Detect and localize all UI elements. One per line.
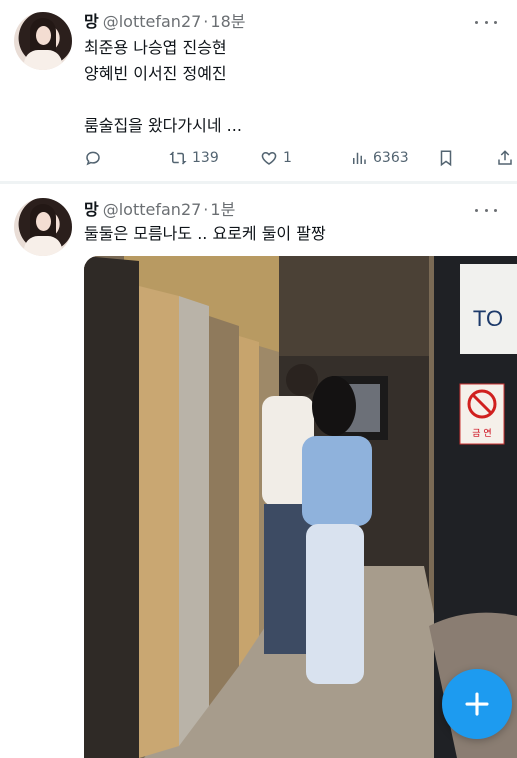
timestamp[interactable]: 1분 (210, 200, 235, 219)
share-icon (498, 150, 512, 165)
no-smoking-text: 금 연 (472, 428, 491, 439)
view-count: 6363 (373, 150, 409, 166)
views-button[interactable]: 6363 (350, 146, 409, 170)
tweet-text-line: 둘둘은 모름나도 .. 요로케 둘이 팔짱 (84, 224, 326, 243)
sign-text: TO (473, 306, 503, 331)
timestamp[interactable]: 18분 (210, 12, 245, 31)
views-icon (353, 152, 366, 164)
tweet[interactable]: 망 @lottefan27 · 18분 최준용 나승엽 진승현 양혜빈 이서진 정예진… (0, 0, 517, 182)
like-button[interactable]: 1 (260, 146, 292, 170)
reply-icon (86, 151, 100, 166)
reply-button[interactable] (84, 146, 102, 170)
heart-icon (261, 151, 277, 165)
author-handle[interactable]: @lottefan27 (103, 12, 202, 31)
author-name[interactable]: 망 (84, 12, 99, 31)
retweet-icon (169, 151, 187, 165)
compose-button[interactable] (442, 669, 512, 739)
separator-dot: · (203, 12, 209, 31)
bookmark-button[interactable] (437, 146, 455, 170)
tweet-actions: 139 1 6363 (84, 146, 514, 170)
share-button[interactable] (496, 146, 514, 170)
tweet[interactable]: 망 @lottefan27 · 1분 둘둘은 모름나도 .. 요로케 둘이 팔짱 TO (0, 184, 517, 758)
more-icon[interactable] (475, 202, 497, 218)
tweet-text-line: 최준용 나승엽 진승현 (84, 38, 227, 57)
more-icon[interactable] (475, 14, 497, 30)
bookmark-icon (440, 150, 452, 167)
compose-plus-icon (465, 692, 489, 716)
like-count: 1 (283, 150, 292, 166)
author-name[interactable]: 망 (84, 200, 99, 219)
tweet-text-line: 룸술집을 왔다가시네 ... (84, 116, 242, 135)
avatar[interactable] (14, 12, 72, 70)
tweet-header: 망 @lottefan27 · 1분 (84, 196, 235, 220)
avatar[interactable] (14, 198, 72, 256)
retweet-button[interactable]: 139 (169, 146, 219, 170)
tweet-header: 망 @lottefan27 · 18분 (84, 8, 245, 32)
retweet-count: 139 (192, 150, 219, 166)
separator-dot: · (203, 200, 209, 219)
author-handle[interactable]: @lottefan27 (103, 200, 202, 219)
tweet-text-line: 양혜빈 이서진 정예진 (84, 64, 227, 83)
